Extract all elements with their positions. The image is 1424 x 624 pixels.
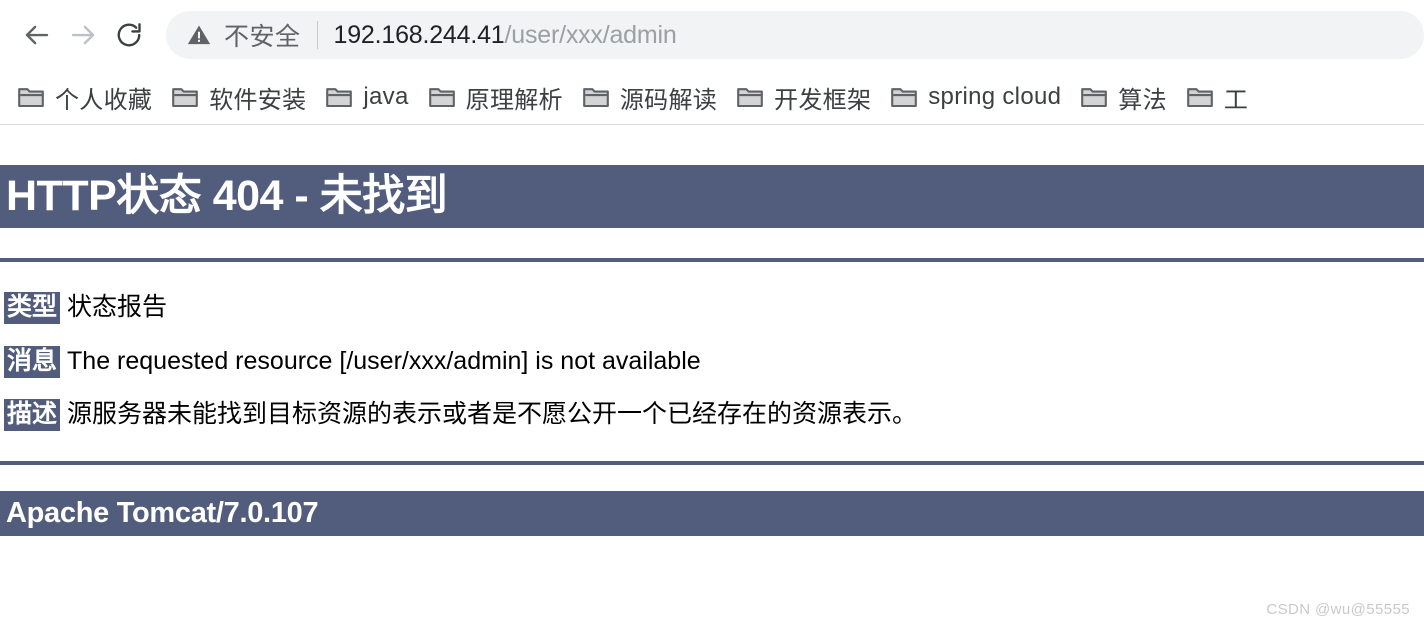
folder-icon xyxy=(891,87,918,108)
divider-top xyxy=(0,258,1424,263)
folder-icon xyxy=(428,87,455,108)
footer-banner-wrap: Apache Tomcat/7.0.107 xyxy=(0,490,1424,537)
bookmark-item[interactable]: 算法 xyxy=(1071,75,1177,120)
folder-icon xyxy=(737,87,763,108)
bookmarks-bar: 个人收藏 软件安装 java 原理解析 源码解读 开发框架 spring cloud 算法 工 xyxy=(0,70,1424,125)
detail-row-message: 消息 The requested resource [/user/xxx/admi… xyxy=(0,345,1424,378)
folder-icon xyxy=(18,87,44,108)
back-button[interactable] xyxy=(14,12,60,58)
reload-icon xyxy=(114,20,144,50)
detail-value-type: 状态报告 xyxy=(67,293,168,322)
tomcat-error-page: HTTP状态 404 - 未找到 类型 状态报告 消息 The requested … xyxy=(0,165,1424,537)
bookmark-item[interactable]: 原理解析 xyxy=(419,75,573,120)
detail-value-message: The requested resource [/user/xxx/admin]… xyxy=(67,346,701,375)
bookmark-item[interactable]: 开发框架 xyxy=(727,75,881,120)
address-bar[interactable]: 不安全 192.168.244.41/user/xxx/admin xyxy=(166,11,1424,59)
detail-value-description: 源服务器未能找到目标资源的表示或者是不愿公开一个已经存在的资源表示。 xyxy=(67,400,918,429)
folder-icon xyxy=(582,87,609,108)
browser-toolbar: 不安全 192.168.244.41/user/xxx/admin xyxy=(0,0,1424,70)
reload-button[interactable] xyxy=(106,12,152,58)
detail-row-description: 描述 源服务器未能找到目标资源的表示或者是不愿公开一个已经存在的资源表示。 xyxy=(0,399,1424,432)
bookmark-label: 工 xyxy=(1223,86,1249,114)
url-host: 192.168.244.41 xyxy=(333,20,505,49)
forward-button[interactable] xyxy=(60,12,106,58)
bookmark-item[interactable]: 工 xyxy=(1177,75,1258,120)
bookmark-label: java xyxy=(363,83,409,110)
bookmark-label: spring cloud xyxy=(928,83,1062,110)
omnibox-divider xyxy=(316,21,318,49)
divider-bottom xyxy=(0,460,1424,465)
bookmark-label: 个人收藏 xyxy=(55,86,153,114)
bookmark-item[interactable]: 源码解读 xyxy=(573,75,727,120)
folder-icon xyxy=(1081,87,1108,108)
folder-icon xyxy=(1187,87,1213,108)
bookmark-item[interactable]: 个人收藏 xyxy=(8,75,162,120)
url-text[interactable]: 192.168.244.41/user/xxx/admin xyxy=(334,21,677,50)
security-status-label[interactable]: 不安全 xyxy=(224,17,301,53)
bookmark-label: 开发框架 xyxy=(774,86,872,114)
url-path: /user/xxx/admin xyxy=(504,20,677,49)
bookmark-label: 软件安装 xyxy=(209,86,307,114)
folder-icon xyxy=(172,87,199,108)
folder-icon xyxy=(326,87,353,108)
bookmark-item[interactable]: java xyxy=(316,78,418,116)
detail-label-description: 描述 xyxy=(4,399,61,432)
bookmark-item[interactable]: 软件安装 xyxy=(162,75,316,120)
back-arrow-icon xyxy=(22,20,52,50)
detail-label-type: 类型 xyxy=(4,292,61,325)
bookmark-label: 算法 xyxy=(1118,86,1167,114)
csdn-watermark: CSDN @wu@55555 xyxy=(1266,601,1410,618)
bookmark-label: 源码解读 xyxy=(619,86,718,114)
warning-triangle-icon[interactable] xyxy=(186,22,212,48)
bookmark-item[interactable]: spring cloud xyxy=(881,78,1071,116)
error-title: HTTP状态 404 - 未找到 xyxy=(0,165,1424,229)
detail-row-type: 类型 状态报告 xyxy=(0,292,1424,325)
forward-arrow-icon xyxy=(68,20,98,50)
tomcat-version-footer: Apache Tomcat/7.0.107 xyxy=(0,490,1424,537)
detail-label-message: 消息 xyxy=(4,345,61,378)
bookmark-label: 原理解析 xyxy=(465,86,563,114)
